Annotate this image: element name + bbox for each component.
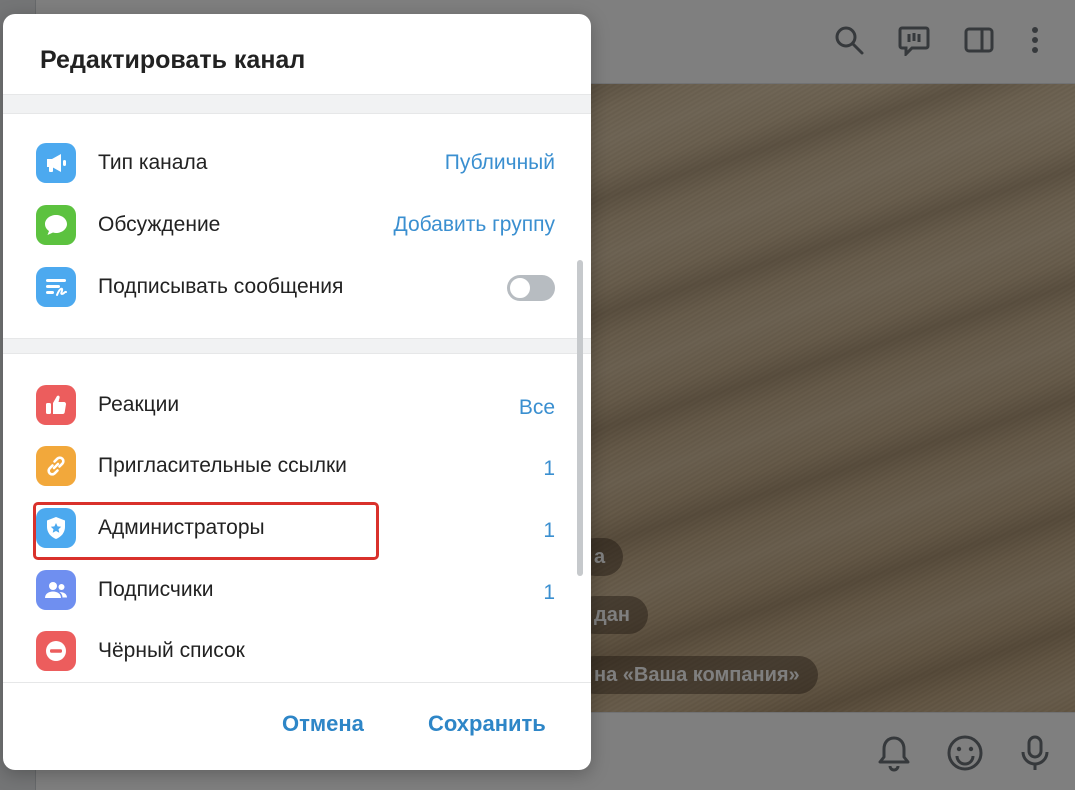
megaphone-icon	[36, 143, 76, 183]
subscribers-label: Подписчики	[98, 578, 214, 601]
reactions-row[interactable]: Реакции Все	[3, 377, 577, 433]
channel-type-value[interactable]: Публичный	[445, 151, 555, 175]
sign-messages-label: Подписывать сообщения	[98, 275, 344, 298]
administrators-highlight-box	[33, 502, 379, 560]
save-button[interactable]: Сохранить	[428, 711, 546, 737]
sign-messages-row[interactable]: Подписывать сообщения	[3, 259, 577, 315]
link-icon	[36, 446, 76, 486]
users-icon	[36, 570, 76, 610]
section-divider	[3, 94, 591, 114]
dialog-scrollbar[interactable]	[577, 260, 583, 576]
edit-channel-dialog: Редактировать канал Тип канала Публичный…	[3, 14, 591, 770]
administrators-count: 1	[543, 519, 555, 542]
signature-icon	[36, 267, 76, 307]
add-group-link[interactable]: Добавить группу	[394, 213, 556, 237]
sign-messages-toggle[interactable]	[507, 275, 555, 301]
chat-bubble-icon	[36, 205, 76, 245]
dialog-title: Редактировать канал	[40, 46, 306, 74]
reactions-value[interactable]: Все	[519, 396, 555, 420]
footer-divider	[3, 682, 591, 683]
section-divider	[3, 338, 591, 354]
blacklist-label: Чёрный список	[98, 639, 245, 662]
invite-links-count: 1	[543, 457, 555, 480]
invite-links-row[interactable]: Пригласительные ссылки 1	[3, 438, 577, 494]
discussion-label: Обсуждение	[98, 213, 221, 236]
blacklist-row[interactable]: Чёрный список	[3, 623, 577, 679]
thumbs-up-icon	[36, 385, 76, 425]
toggle-knob	[508, 276, 532, 300]
invite-links-label: Пригласительные ссылки	[98, 454, 347, 477]
channel-type-row[interactable]: Тип канала Публичный	[3, 135, 577, 191]
reactions-label: Реакции	[98, 393, 180, 416]
cancel-button[interactable]: Отмена	[282, 711, 364, 737]
discussion-row[interactable]: Обсуждение Добавить группу	[3, 197, 577, 253]
block-icon	[36, 631, 76, 671]
subscribers-count: 1	[543, 581, 555, 604]
channel-type-label: Тип канала	[98, 151, 208, 174]
subscribers-row[interactable]: Подписчики 1	[3, 562, 577, 618]
